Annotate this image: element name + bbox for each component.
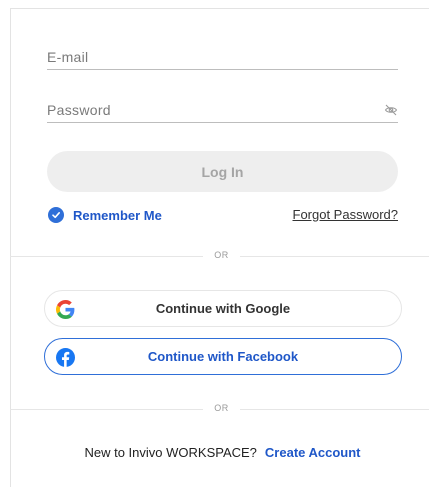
remember-me-checkbox[interactable]: Remember Me xyxy=(48,206,162,224)
google-icon xyxy=(56,300,75,319)
facebook-button-label: Continue with Facebook xyxy=(147,349,299,364)
forgot-password-link[interactable]: Forgot Password? xyxy=(293,207,399,222)
remember-me-label: Remember Me xyxy=(73,207,162,223)
or-text: OR xyxy=(214,250,229,260)
or-text: OR xyxy=(214,403,229,413)
signup-question: New to Invivo WORKSPACE? xyxy=(84,445,257,460)
or-divider: OR xyxy=(10,249,429,263)
divider-line xyxy=(10,256,203,257)
signup-prompt: New to Invivo WORKSPACE? Create Account xyxy=(0,445,429,460)
facebook-icon xyxy=(56,348,75,367)
create-account-link[interactable]: Create Account xyxy=(265,445,361,460)
divider-line xyxy=(240,409,429,410)
eye-off-icon[interactable] xyxy=(384,103,398,117)
login-button-label: Log In xyxy=(201,163,244,180)
continue-with-google-button[interactable]: Continue with Google xyxy=(44,290,402,327)
password-placeholder: Password xyxy=(47,102,111,118)
password-field[interactable]: Password xyxy=(47,97,398,123)
email-placeholder: E-mail xyxy=(47,49,89,65)
divider-line xyxy=(240,256,429,257)
or-divider: OR xyxy=(10,402,429,416)
login-button[interactable]: Log In xyxy=(47,151,398,192)
google-button-label: Continue with Google xyxy=(155,301,291,316)
checkmark-icon xyxy=(48,207,64,223)
divider-line xyxy=(10,409,203,410)
continue-with-facebook-button[interactable]: Continue with Facebook xyxy=(44,338,402,375)
email-field[interactable]: E-mail xyxy=(47,44,398,70)
